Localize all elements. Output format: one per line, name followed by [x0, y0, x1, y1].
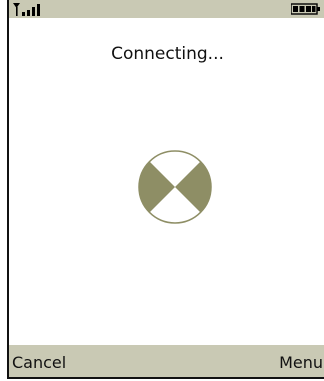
status-bar: [9, 0, 324, 18]
page-title: Connecting...: [111, 44, 224, 64]
signal-strength-icon: [13, 3, 40, 16]
softkey-bar: Cancel Menu: [9, 345, 324, 377]
phone-screen: Connecting... Cancel Menu: [7, 0, 324, 379]
menu-button[interactable]: Menu: [279, 353, 323, 372]
battery-icon: [291, 3, 320, 15]
loading-spinner-icon: [138, 150, 212, 224]
cancel-button[interactable]: Cancel: [12, 353, 66, 372]
